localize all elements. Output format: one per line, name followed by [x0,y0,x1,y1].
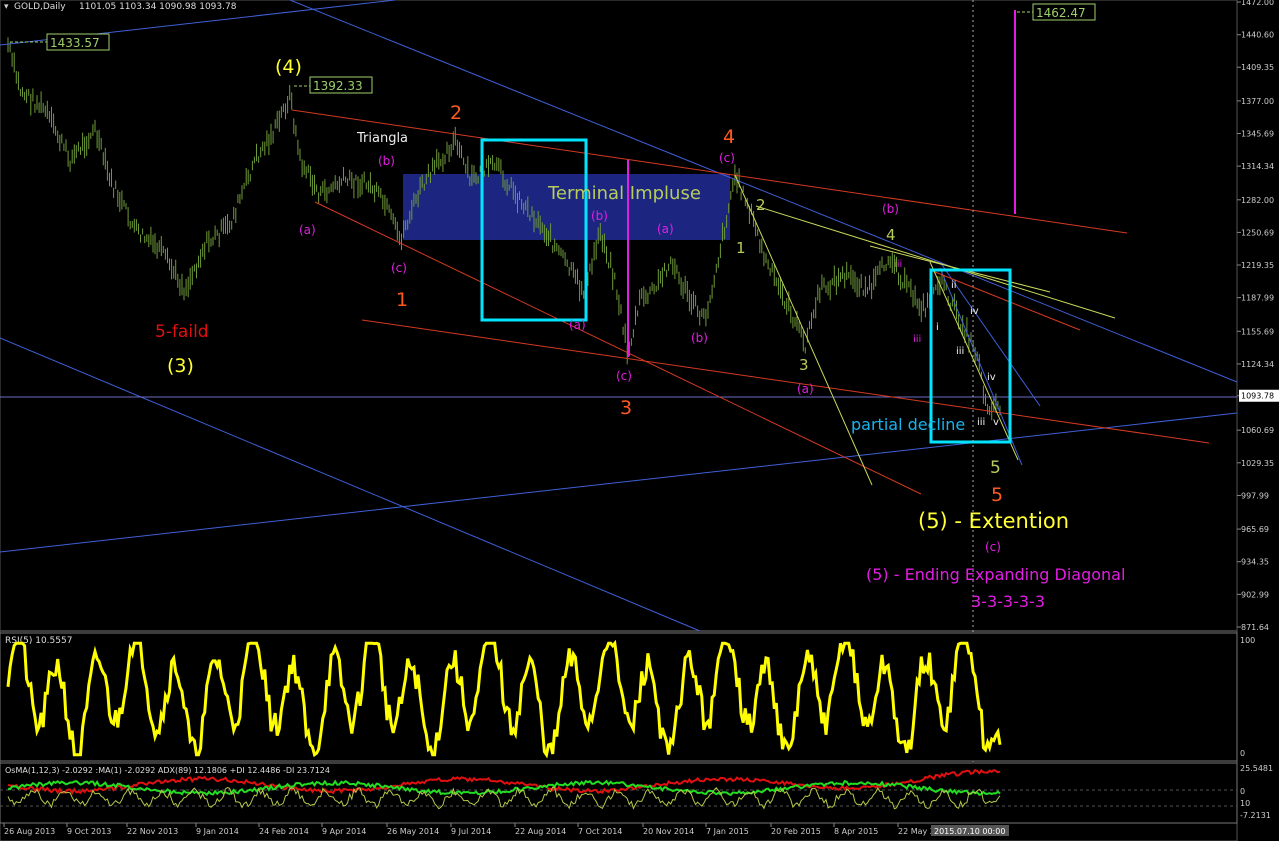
price-tick-label: 902.99 [1241,590,1269,599]
time-tick-label: 7 Jan 2015 [706,827,749,836]
osc-tick-top: 25.5481 [1240,764,1273,773]
rsi-tick-100: 100 [1240,636,1255,645]
label-orange-4: 4 [723,126,735,148]
price-tick-label: 1440.60 [1241,31,1274,40]
price-axis: 1472.00 1440.60 1409.35 1377.00 1345.69 1314.… [1237,0,1279,632]
price-tick-label: 1377.00 [1241,97,1274,106]
label-roman-iii-d: iii [977,417,985,428]
label-sub-b1: (b) [378,154,395,168]
rsi-tick-0: 0 [1240,749,1245,758]
label-roman-iv: iv [970,306,979,317]
label-sub-a4: (a) [797,382,814,396]
price-tick-label: 1314.34 [1241,162,1274,171]
price-tick-label: 997.99 [1241,491,1269,500]
label-extension: (5) - Extention [918,509,1069,533]
price-tick-label: 1060.69 [1241,426,1274,435]
label-sub-a2: (a) [569,318,586,332]
chart-menu-icon[interactable]: ▾ [4,2,9,12]
time-axis: 26 Aug 2013 9 Oct 2013 22 Nov 2013 9 Jan 20… [3,823,950,836]
price-tick-label: 965.69 [1241,525,1269,534]
time-tick-label: 26 May 2014 [387,827,439,836]
time-tick-label: 9 Apr 2014 [322,827,366,836]
label-green-3: 3 [799,356,809,374]
label-roman-v: v [993,417,999,428]
time-tick-label: 9 Jan 2014 [196,827,239,836]
price-tick-label: 1155.69 [1241,327,1274,336]
time-tick-label: 24 Feb 2014 [259,827,309,836]
label-green-5: 5 [990,458,1001,478]
label-roman-iii-b: iii [913,334,921,345]
label-green-4: 4 [886,226,896,244]
label-roman-i: i [936,322,939,333]
time-tick-label: 8 Apr 2015 [834,827,878,836]
label-triangle: Triangla [356,131,408,146]
label-orange-2: 2 [450,102,462,124]
ohlc-values: 1101.05 1103.34 1090.98 1093.78 [79,2,237,12]
svg-text:1392.33: 1392.33 [313,79,363,93]
cursor-time-label: 2015.07.10 00:00 [934,827,1005,836]
label-sub-a1: (a) [299,223,316,237]
label-5-failed: 5-faild [155,322,209,342]
time-tick-label: 26 Aug 2013 [4,827,55,836]
osc-tick-10: 10 [1240,799,1250,808]
price-tick-label: 1282.00 [1241,196,1274,205]
label-sub-b3: (b) [691,331,708,345]
label-sub-b4: (b) [882,202,899,216]
label-sub-c4: (c) [985,540,1001,554]
label-orange-1: 1 [396,289,408,311]
time-tick-label: 20 Feb 2015 [771,827,821,836]
price-tick-label: 1409.35 [1241,63,1274,72]
oscillator-header: OsMA(1,12,3) -2.0292 :MA(1) -2.0292 ADX(… [5,766,330,775]
time-tick-label: 7 Oct 2014 [578,827,622,836]
osc-tick-bottom: -7.2131 [1240,811,1271,820]
label-terminal-impulse: Terminal Impluse [547,183,701,204]
price-tick-label: 871.64 [1241,623,1269,632]
label-sub-b2: (b) [591,209,608,223]
label-roman-ii: ii [951,280,957,291]
chart-canvas[interactable]: ▾ GOLD,Daily 1101.05 1103.34 1090.98 109… [0,0,1279,841]
price-tick-label: 934.35 [1241,558,1269,567]
time-tick-label: 9 Oct 2013 [67,827,111,836]
symbol-label: GOLD,Daily [14,2,66,12]
price-tick-label: 1093.78 [1241,392,1274,401]
time-tick-label: 22 Aug 2014 [515,827,566,836]
label-orange-3: 3 [620,397,632,419]
price-tick-label: 1250.69 [1241,228,1274,237]
label-3-3-3-3-3: 3-3-3-3-3 [971,592,1045,611]
price-tick-label: 1187.99 [1241,294,1274,303]
label-wave3-big: (3) [167,355,194,377]
label-partial-decline: partial decline [851,415,965,434]
label-roman-iii-a: iii [894,259,902,270]
osc-tick-0: 0 [1240,787,1245,796]
price-tick-label: 1029.35 [1241,459,1274,468]
label-sub-c2: (c) [616,369,632,383]
label-wave4-big: (4) [275,56,302,78]
label-orange-5: 5 [991,484,1003,506]
time-tick-label: 9 Jul 2014 [451,827,491,836]
label-sub-a3: (a) [657,222,674,236]
label-sub-c3: (c) [719,151,735,165]
label-green-1: 1 [736,239,746,257]
price-tick-label: 1219.35 [1241,261,1274,270]
price-panel[interactable] [0,0,1238,632]
time-tick-label: 20 Nov 2014 [643,827,694,836]
price-tick-label: 1345.69 [1241,129,1274,138]
label-roman-iii-c: iii [956,346,964,357]
time-tick-label: 22 Nov 2013 [127,827,178,836]
price-tick-label: 1124.34 [1241,360,1274,369]
svg-text:1462.47: 1462.47 [1036,6,1086,20]
label-green-2: 2 [756,196,766,214]
label-roman-iv-b: iv [987,372,996,383]
label-sub-c1: (c) [391,261,407,275]
price-tick-label: 1472.00 [1241,0,1274,7]
label-ending-diagonal: (5) - Ending Expanding Diagonal [866,565,1125,584]
rsi-panel[interactable] [0,632,1238,762]
svg-text:1433.57: 1433.57 [50,36,100,50]
